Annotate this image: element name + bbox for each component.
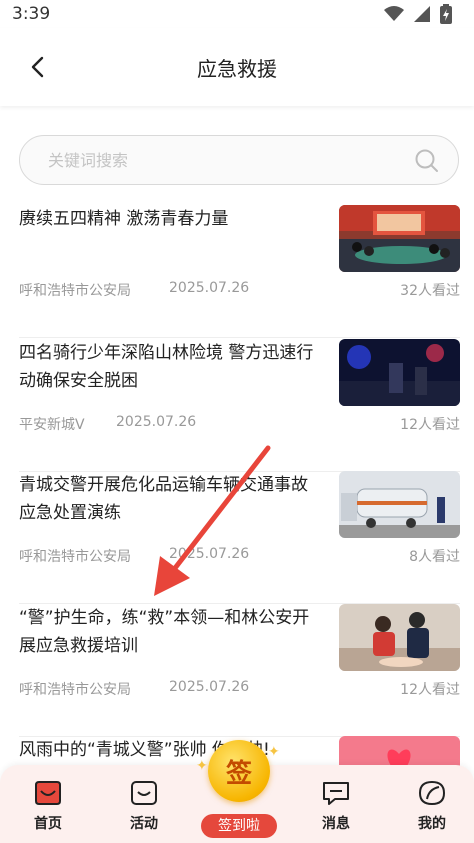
article-title: “警”护生命，练“救”本领—和林公安开展应急救援培训 bbox=[19, 608, 310, 656]
tab-mine[interactable]: 我的 bbox=[392, 779, 472, 839]
app-header: 应急救援 bbox=[0, 28, 474, 106]
profile-icon bbox=[418, 780, 446, 806]
message-icon bbox=[323, 782, 349, 805]
wifi-icon bbox=[384, 6, 404, 21]
article-item[interactable]: “警”护生命，练“救”本领—和林公安开展应急救援培训 呼和浩特市公安局 2025… bbox=[19, 604, 460, 737]
annotation-arrow-icon bbox=[154, 445, 271, 596]
tab-label: 首页 bbox=[34, 816, 62, 832]
sign-in-icon: 签 bbox=[225, 758, 252, 789]
sparkle-icon: ✦ bbox=[196, 758, 208, 774]
search-bar bbox=[19, 135, 459, 185]
home-icon bbox=[35, 781, 61, 805]
tab-label: 消息 bbox=[322, 816, 350, 832]
activity-icon bbox=[131, 781, 157, 805]
article-thumbnail bbox=[339, 604, 460, 671]
article-views: 12人看过 bbox=[400, 417, 460, 433]
status-time: 3:39 bbox=[12, 4, 51, 24]
article-title: 四名骑行少年深陷山林险境 警方迅速行动确保安全脱困 bbox=[19, 343, 314, 391]
article-source: 呼和浩特市公安局 bbox=[19, 549, 131, 565]
article-views: 32人看过 bbox=[400, 283, 460, 299]
tab-label: 我的 bbox=[418, 816, 446, 832]
article-source: 呼和浩特市公安局 bbox=[19, 682, 131, 698]
sparkle-icon: ✦ bbox=[268, 744, 280, 760]
page-title: 应急救援 bbox=[197, 57, 277, 81]
tab-home[interactable]: 首页 bbox=[8, 779, 88, 839]
article-source: 平安新城V bbox=[19, 417, 85, 433]
signal-icon bbox=[414, 6, 430, 22]
tab-messages[interactable]: 消息 bbox=[296, 779, 376, 839]
sign-in-label[interactable]: 签到啦 bbox=[201, 814, 277, 838]
sign-in-button[interactable]: 签 bbox=[208, 740, 270, 802]
article-thumbnail bbox=[339, 471, 460, 538]
search-icon[interactable] bbox=[414, 148, 440, 174]
article-date: 2025.07.26 bbox=[169, 679, 250, 695]
article-thumbnail bbox=[339, 339, 460, 406]
article-date: 2025.07.26 bbox=[116, 414, 197, 430]
article-item[interactable]: 赓续五四精神 激荡青春力量 呼和浩特市公安局 2025.07.26 32人看过 bbox=[19, 205, 460, 338]
article-views: 8人看过 bbox=[409, 549, 460, 565]
article-source: 呼和浩特市公安局 bbox=[19, 283, 131, 299]
search-input[interactable] bbox=[48, 136, 388, 184]
article-date: 2025.07.26 bbox=[169, 280, 250, 296]
status-bar: 3:39 bbox=[0, 0, 474, 28]
battery-icon bbox=[440, 4, 452, 24]
article-thumbnail bbox=[339, 205, 460, 272]
article-title: 赓续五四精神 激荡青春力量 bbox=[19, 209, 229, 229]
tab-label: 活动 bbox=[130, 816, 158, 832]
tab-activity[interactable]: 活动 bbox=[104, 779, 184, 839]
article-views: 12人看过 bbox=[400, 682, 460, 698]
